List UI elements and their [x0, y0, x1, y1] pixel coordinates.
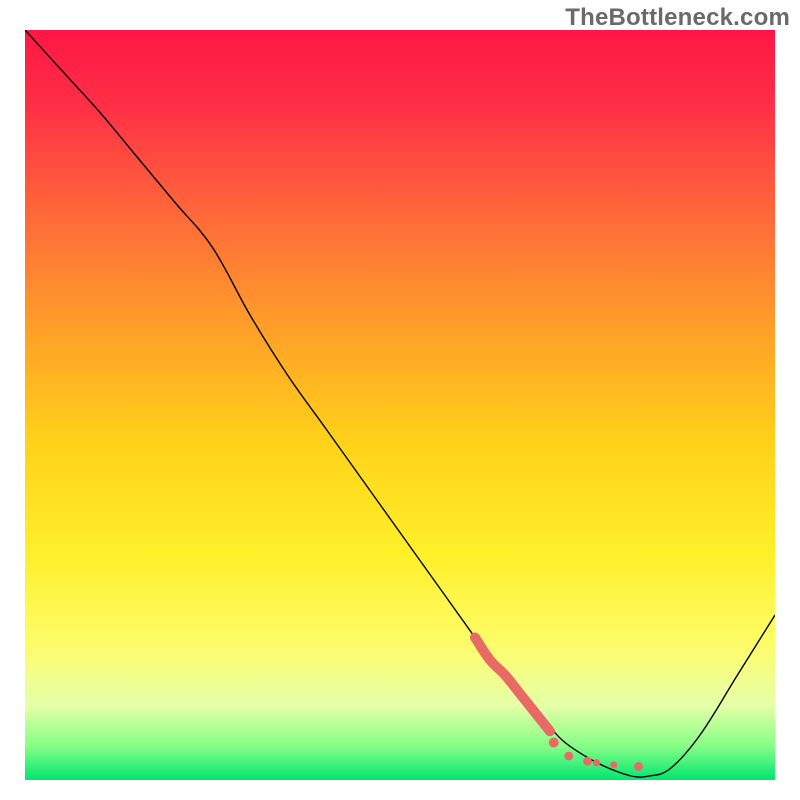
plot-area	[25, 30, 775, 780]
highlight-dot	[593, 759, 600, 766]
highlight-dot	[583, 757, 592, 766]
highlight-dot	[549, 738, 559, 748]
highlight-dot	[610, 761, 617, 768]
watermark-label: TheBottleneck.com	[565, 4, 790, 32]
highlight-dot	[564, 752, 573, 761]
gradient-background	[25, 30, 775, 780]
highlight-dot	[634, 762, 643, 771]
chart-stage: TheBottleneck.com	[0, 0, 800, 800]
bottleneck-chart	[25, 30, 775, 780]
